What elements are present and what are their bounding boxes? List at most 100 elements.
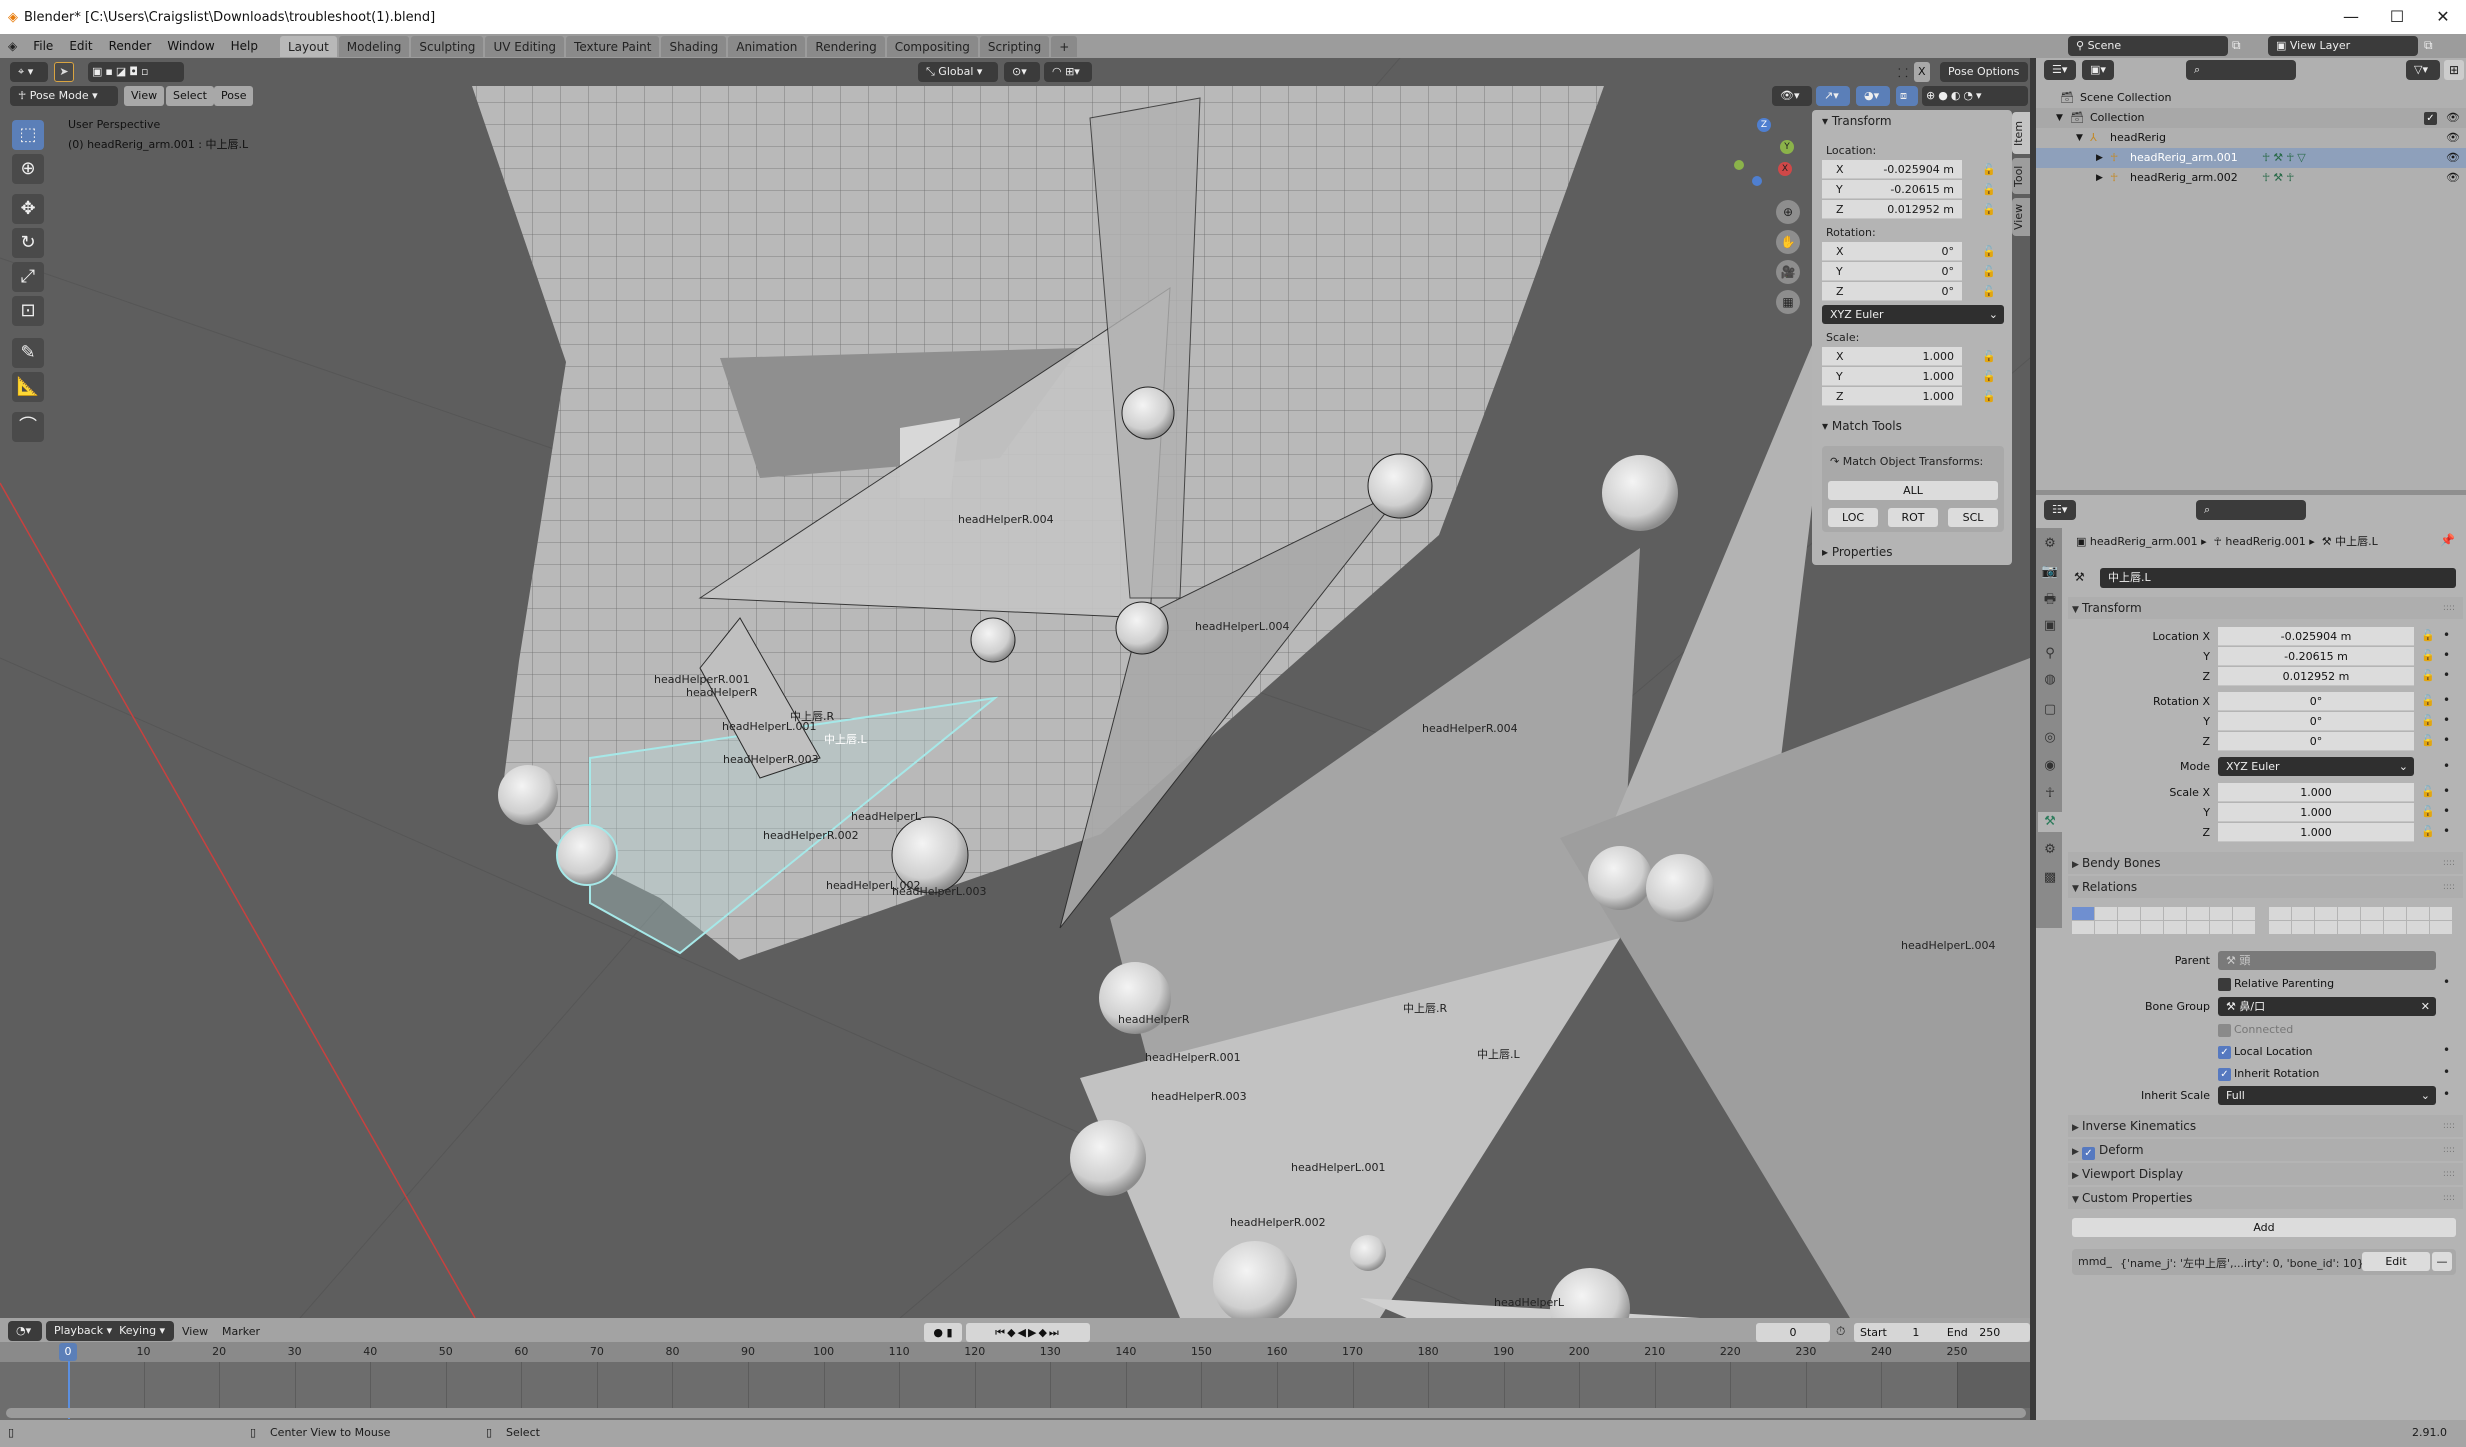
property-field[interactable]: 1.000 (2218, 823, 2414, 842)
tool-annotate[interactable]: ✎ (12, 338, 44, 368)
tool-scale[interactable]: ⤢ (12, 262, 44, 292)
properties-tab-physics[interactable]: ◉ (2040, 756, 2060, 776)
properties-search-input[interactable]: ⌕ (2196, 500, 2306, 520)
keyframe-dot-icon[interactable]: • (2443, 713, 2450, 727)
keyframe-dot-icon[interactable]: • (2443, 824, 2450, 838)
location-field-z[interactable]: Z 0.012952 m (1822, 200, 1962, 219)
scene-selector[interactable]: ⚲ Scene (2068, 36, 2228, 56)
deform-checkbox[interactable]: ✓ (2082, 1147, 2095, 1160)
tab-layout[interactable]: Layout (280, 35, 337, 57)
outliner-filter-dropdown[interactable]: ▽▾ (2406, 60, 2440, 80)
property-field[interactable]: 1.000 (2218, 783, 2414, 802)
visibility-dropdown[interactable]: 👁▾ (1772, 86, 1812, 106)
rotation-mode-dropdown[interactable]: XYZ Euler ⌄ (1822, 305, 2004, 324)
playback-controls[interactable]: ⏮◆◀▶◆⏭ (966, 1323, 1090, 1342)
overlay-toggle[interactable]: ◕▾ (1856, 86, 1890, 106)
keyframe-dot-icon[interactable]: • (2443, 1087, 2450, 1101)
tool-move[interactable]: ✥ (12, 194, 44, 224)
bone-name-field[interactable]: 中上唇.L (2100, 568, 2456, 588)
tab-animation[interactable]: Animation (728, 35, 806, 57)
close-window-button[interactable]: ✕ (2420, 4, 2466, 30)
transform-panel-header[interactable]: ▼ Transform:::: (2068, 597, 2463, 619)
properties-tab-tool-settings[interactable]: ⚙ (2040, 534, 2060, 554)
rotation-field-z[interactable]: Z 0° (1822, 282, 1962, 301)
remove-custom-property-button[interactable]: — (2432, 1252, 2452, 1271)
select-tool-icon[interactable]: ➤ (54, 62, 74, 82)
keyframe-dot-icon[interactable]: • (2443, 668, 2450, 682)
match-rot-button[interactable]: ROT (1888, 508, 1938, 527)
bone-layer-toggle[interactable] (2233, 921, 2255, 934)
match-scl-button[interactable]: SCL (1948, 508, 1998, 527)
keyframe-dot-icon[interactable]: • (2443, 784, 2450, 798)
lock-icon[interactable]: 🔓 (1982, 265, 1996, 278)
snap-toggle[interactable]: ◠ ⊞▾ (1044, 62, 1092, 82)
expand-arrow-right-icon[interactable]: ▶ (2096, 168, 2103, 188)
keyframe-dot-icon[interactable]: • (2443, 693, 2450, 707)
bone-layer-toggle[interactable] (2141, 907, 2163, 920)
timeline-editor-type[interactable]: ◔▾ (8, 1321, 42, 1341)
sidebar-tab-tool[interactable]: Tool (2012, 158, 2030, 194)
properties-subpanel-header[interactable]: ▸ Properties (1822, 545, 1893, 559)
properties-tab-output[interactable]: 🖶 (2040, 590, 2060, 610)
mode-dropdown[interactable]: ☥ Pose Mode ▾ (10, 86, 118, 106)
lock-icon[interactable]: 🔓 (2421, 669, 2435, 682)
properties-tab-modifiers[interactable]: ◎ (2040, 728, 2060, 748)
inverse-kinematics-panel-header[interactable]: ▶ Inverse Kinematics:::: (2068, 1115, 2463, 1137)
tool-transform[interactable]: ⊡ (12, 296, 44, 326)
bone-layer-toggle[interactable] (2210, 921, 2232, 934)
modifier-data-icons[interactable]: ☥⚒☥▽ (2262, 148, 2309, 168)
keying-menu[interactable]: Keying (119, 1324, 156, 1337)
outliner-display-mode[interactable]: ☰▾ (2044, 60, 2076, 80)
navigation-gizmo[interactable]: Z Y X (1730, 118, 1800, 198)
menu-render[interactable]: Render (101, 39, 160, 53)
bone-layer-toggle[interactable] (2338, 907, 2360, 920)
bone-layer-toggle[interactable] (2118, 921, 2140, 934)
match-tools-header[interactable]: ▾ Match Tools (1822, 419, 1902, 433)
eye-icon[interactable]: 👁 (2446, 108, 2460, 128)
shading-mode-buttons[interactable]: ⊕●◐◔▾ (1922, 86, 2028, 106)
parent-field[interactable]: ⚒ 頭 (2218, 951, 2436, 970)
tab-uv-editing[interactable]: UV Editing (485, 35, 565, 57)
bone-layer-toggle[interactable] (2407, 907, 2429, 920)
menu-edit[interactable]: Edit (61, 39, 100, 53)
properties-tab-object-data-armature[interactable]: ☥ (2040, 784, 2060, 804)
new-scene-icon[interactable]: ⧉ (2232, 38, 2241, 53)
bone-layer-toggle[interactable] (2361, 907, 2383, 920)
lock-icon[interactable]: 🔓 (2421, 694, 2435, 707)
keyframe-dot-icon[interactable]: • (2443, 1065, 2450, 1079)
exclude-checkbox[interactable]: ✓ (2424, 112, 2437, 125)
tab-texture-paint[interactable]: Texture Paint (566, 35, 660, 57)
scale-field-z[interactable]: Z 1.000 (1822, 387, 1962, 406)
lock-icon[interactable]: 🔓 (1982, 183, 1996, 196)
bone-layer-toggle[interactable] (2187, 921, 2209, 934)
bone-layer-toggle[interactable] (2338, 921, 2360, 934)
lock-icon[interactable]: 🔓 (2421, 649, 2435, 662)
outliner-row[interactable]: ▼ 🗃 Collection ✓ 👁 (2036, 108, 2466, 128)
lock-icon[interactable]: 🔓 (2421, 734, 2435, 747)
lock-icon[interactable]: 🔓 (2421, 714, 2435, 727)
lock-icon[interactable]: 🔓 (1982, 163, 1996, 176)
pivot-point-dropdown[interactable]: ⊙▾ (1004, 62, 1040, 82)
tab-scripting[interactable]: Scripting (979, 35, 1050, 57)
properties-tab-view-layer[interactable]: ▣ (2040, 616, 2060, 636)
properties-tab-bone[interactable]: ⚒ (2038, 812, 2062, 832)
rotation-field-x[interactable]: X 0° (1822, 242, 1962, 261)
menu-window[interactable]: Window (159, 39, 222, 53)
keyframe-dot-icon[interactable]: • (2443, 804, 2450, 818)
add-custom-property-button[interactable]: Add (2072, 1218, 2456, 1237)
relative-parenting-checkbox[interactable] (2218, 978, 2231, 991)
selection-mode-buttons[interactable]: ▣▪◪◘▫ (88, 62, 184, 82)
tab-modeling[interactable]: Modeling (338, 35, 410, 57)
sidebar-tab-item[interactable]: Item (2012, 112, 2030, 154)
lock-icon[interactable]: 🔓 (1982, 285, 1996, 298)
properties-tab-world[interactable]: ◍ (2040, 670, 2060, 690)
stopwatch-icon[interactable]: ⏱ (1836, 1324, 1845, 1339)
viewport-display-panel-header[interactable]: ▶ Viewport Display:::: (2068, 1163, 2463, 1185)
3d-viewport[interactable]: ⌖ ▾ ➤ ▣▪◪◘▫ ⤡ Global ▾ ⊙▾ ◠ ⊞▾ ⸬ X Pose … (0, 58, 2030, 1318)
current-frame-field[interactable]: 0 (1756, 1323, 1830, 1342)
property-field[interactable]: 0° (2218, 712, 2414, 731)
tab-shading[interactable]: Shading (661, 35, 727, 57)
tool-roll[interactable]: ⌒ (12, 412, 44, 442)
eye-icon[interactable]: 👁 (2446, 168, 2460, 188)
inherit-rotation-checkbox[interactable]: ✓ (2218, 1068, 2231, 1081)
